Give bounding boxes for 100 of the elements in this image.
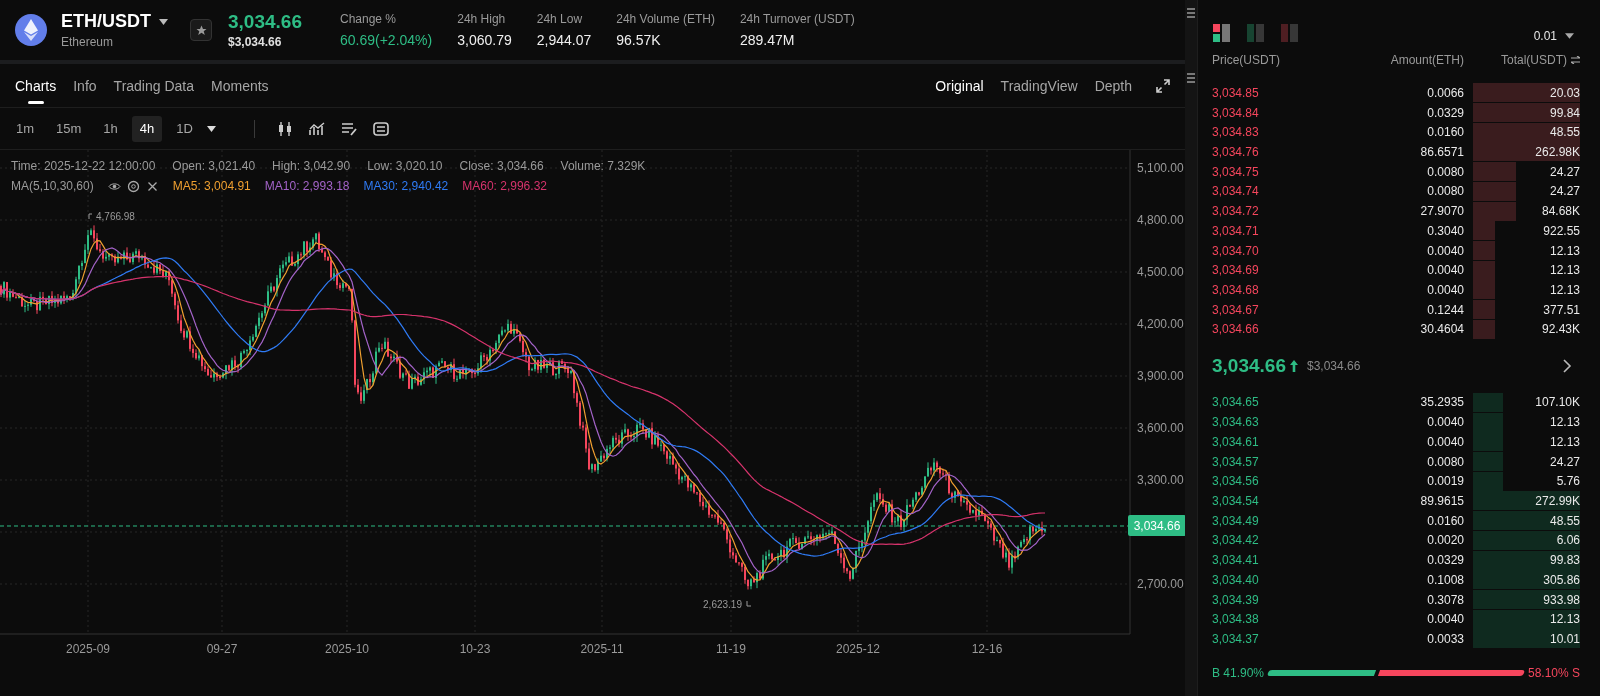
stat-label: 24h High <box>457 12 507 26</box>
stat-label: 24h Turnover (USDT) <box>739 12 855 26</box>
stat-label: 24h Volume (ETH) <box>616 12 715 26</box>
indicator-icon[interactable] <box>308 120 325 137</box>
order-amount: 0.0160 <box>1426 125 1464 140</box>
order-amount: 0.0040 <box>1426 415 1464 430</box>
tab[interactable]: Info <box>73 65 97 106</box>
coin-name: Ethereum <box>61 35 115 49</box>
settings-icon[interactable] <box>126 179 140 193</box>
order-price: 3,034.41 <box>1212 553 1260 568</box>
order-amount: 0.0066 <box>1426 85 1464 100</box>
order-total: 84.68K <box>1541 204 1580 219</box>
order-price: 3,034.42 <box>1212 533 1260 548</box>
layout-toggle[interactable] <box>1280 23 1300 44</box>
interval-button[interactable]: 15m <box>48 115 90 142</box>
axis-label: 4,800.00 <box>1137 213 1184 227</box>
order-price: 3,034.74 <box>1212 184 1260 199</box>
settings-icon[interactable] <box>372 120 389 137</box>
price-tag: 3,034.66 <box>1128 515 1185 536</box>
layout-toggle[interactable] <box>1246 23 1266 44</box>
axis-label: 3,300.00 <box>1137 473 1184 487</box>
order-price: 3,034.38 <box>1212 612 1260 627</box>
order-amount: 0.1008 <box>1426 572 1464 587</box>
depth-bar <box>1473 241 1496 261</box>
stat-label: Change % <box>339 12 397 26</box>
axis-label: 11-19 <box>716 642 746 656</box>
marker-icon <box>746 600 752 607</box>
order-price: 3,034.75 <box>1212 164 1260 179</box>
interval-button[interactable]: 4h <box>131 115 163 142</box>
caret-icon[interactable] <box>159 18 168 25</box>
axis-label: 3,900.00 <box>1137 369 1184 383</box>
chart-view-tab[interactable]: Original <box>935 77 984 94</box>
candlestick-icon[interactable] <box>276 120 293 137</box>
chevron-right-icon[interactable] <box>1562 358 1572 373</box>
menu-icon[interactable] <box>1187 8 1195 18</box>
order-price: 3,034.83 <box>1212 125 1260 140</box>
ohlc-text: Volume: 7.329K <box>560 159 646 173</box>
stat-label: 24h Low <box>536 12 584 26</box>
order-amount: 0.0080 <box>1426 454 1464 469</box>
order-total: 99.83 <box>1549 553 1580 568</box>
chart-view-tab[interactable]: TradingView <box>1000 77 1078 94</box>
order-price: 3,034.65 <box>1212 395 1260 410</box>
order-price: 3,034.40 <box>1212 572 1260 587</box>
chart-view-tab[interactable]: Depth <box>1094 77 1132 94</box>
order-amount: 0.0160 <box>1426 513 1464 528</box>
tab[interactable]: Charts <box>15 65 57 106</box>
tab[interactable]: Trading Data <box>113 65 194 106</box>
marker-icon <box>88 213 93 220</box>
drawing-tools-icon[interactable] <box>340 120 357 137</box>
order-price: 3,034.56 <box>1212 474 1260 489</box>
order-price: 3,034.85 <box>1212 85 1260 100</box>
stat-value: 3,060.79 <box>457 32 512 48</box>
menu-icon[interactable] <box>1187 73 1195 83</box>
depth-bar <box>1473 432 1503 452</box>
expand-icon[interactable] <box>1156 78 1170 93</box>
stat-value: 60.69(+2.04%) <box>339 32 433 48</box>
order-price: 3,034.70 <box>1212 243 1260 258</box>
columns-icon <box>1280 23 1300 44</box>
order-total: 6.06 <box>1556 533 1580 548</box>
order-price: 3,034.69 <box>1212 263 1260 278</box>
indicator-value: MA60: 2,996.32 <box>462 179 547 193</box>
swap-icon[interactable] <box>1571 56 1580 65</box>
interval-button[interactable]: 1m <box>8 115 43 142</box>
precision-dropdown[interactable]: 0.01 <box>1533 29 1580 44</box>
order-total: 12.13 <box>1549 283 1580 297</box>
axis-label: 4,500.00 <box>1137 265 1184 279</box>
close-icon[interactable] <box>145 179 159 193</box>
axis-label: 2025-09 <box>66 642 110 656</box>
order-price: 3,034.37 <box>1212 632 1260 646</box>
order-total: 99.84 <box>1549 105 1580 120</box>
order-price: 3,034.72 <box>1212 204 1260 219</box>
order-total: 933.98 <box>1543 592 1580 607</box>
order-amount: 0.0040 <box>1426 263 1464 278</box>
order-total: 20.03 <box>1549 85 1580 100</box>
order-total: 262.98K <box>1535 144 1580 159</box>
order-amount: 86.6571 <box>1419 144 1464 159</box>
columns-icon <box>1212 23 1232 44</box>
usd-price: $3,034.66 <box>228 35 283 49</box>
indicator-label: MA(5,10,30,60) <box>11 179 94 193</box>
order-amount: 89.9615 <box>1419 493 1464 508</box>
order-total: 12.13 <box>1549 263 1580 278</box>
layout-toggle[interactable] <box>1212 23 1232 44</box>
sell-ratio: 58.10% S <box>1527 665 1580 680</box>
interval-button[interactable]: 1h <box>95 115 126 142</box>
order-amount: 0.3078 <box>1426 592 1464 607</box>
favorite-button[interactable] <box>190 19 212 41</box>
order-price: 3,034.67 <box>1212 302 1260 317</box>
depth-bar <box>1473 280 1496 300</box>
order-price: 3,034.76 <box>1212 144 1260 159</box>
axis-label: 3,600.00 <box>1137 421 1184 435</box>
interval-button[interactable]: 1D <box>168 115 224 142</box>
axis-label: 4,200.00 <box>1137 317 1184 331</box>
columns-icon <box>1246 23 1266 44</box>
column-header: Price(USDT) <box>1212 53 1281 68</box>
order-amount: 0.0040 <box>1426 434 1464 449</box>
order-total: 305.86 <box>1543 572 1580 587</box>
order-total: 12.13 <box>1549 415 1580 430</box>
depth-bar <box>1473 260 1496 280</box>
tab[interactable]: Moments <box>211 65 269 106</box>
indicator-value: MA5: 3,004.91 <box>172 179 251 193</box>
